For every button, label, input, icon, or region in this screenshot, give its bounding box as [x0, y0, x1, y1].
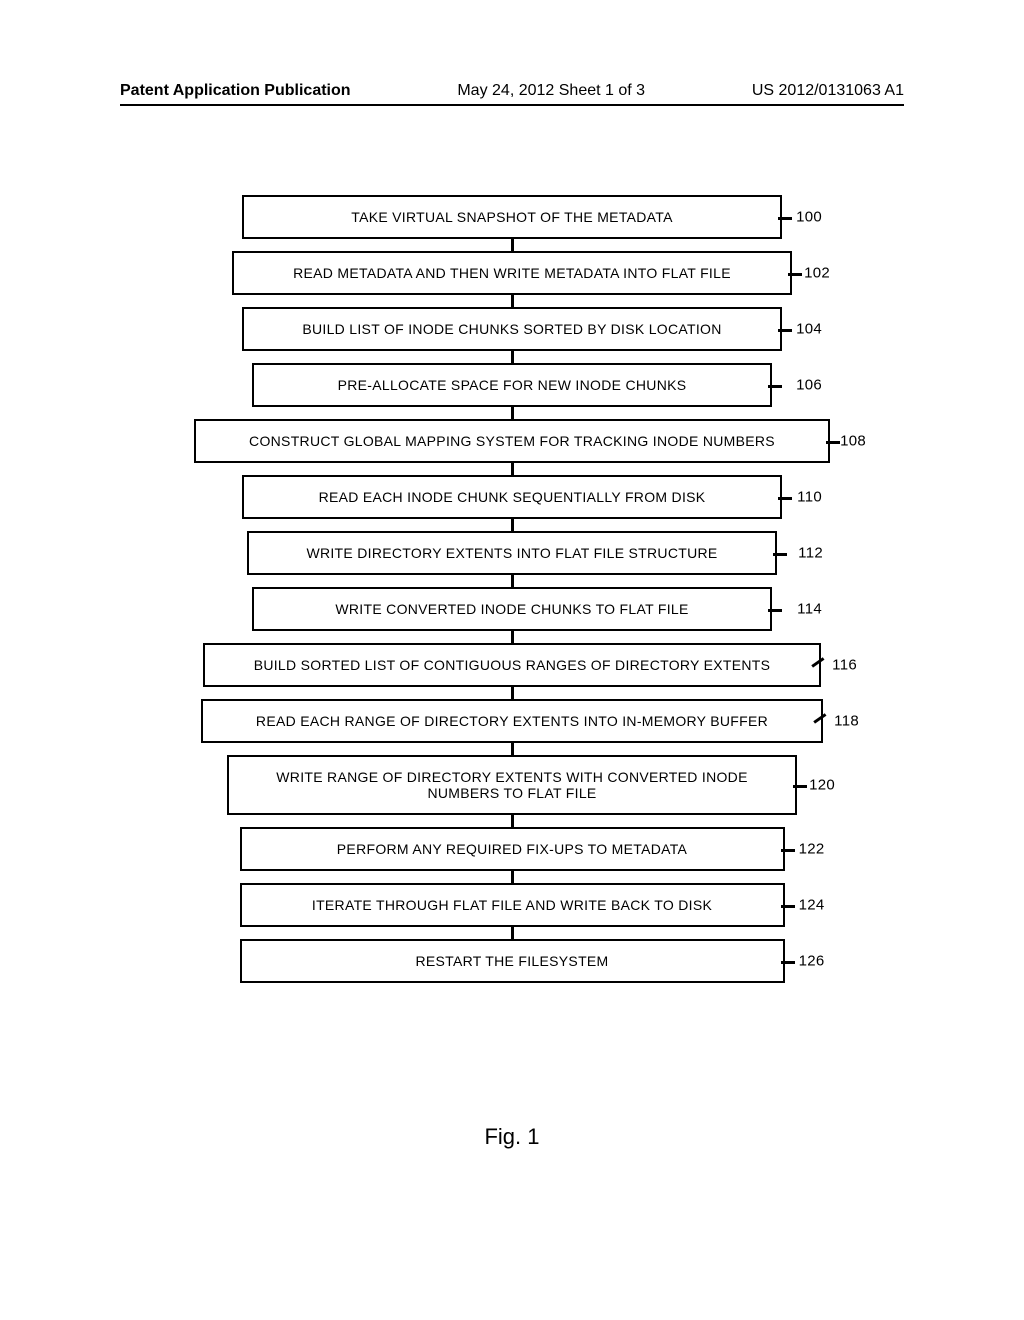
- step-box: READ METADATA AND THEN WRITE METADATA IN…: [232, 251, 792, 295]
- label-tick: [788, 273, 802, 276]
- step-box: WRITE DIRECTORY EXTENTS INTO FLAT FILE S…: [247, 531, 777, 575]
- flowchart-step: READ EACH RANGE OF DIRECTORY EXTENTS INT…: [162, 699, 862, 743]
- connector: [511, 295, 514, 307]
- connector: [511, 687, 514, 699]
- step-box: PERFORM ANY REQUIRED FIX-UPS TO METADATA…: [240, 827, 785, 871]
- flowchart-step: PRE-ALLOCATE SPACE FOR NEW INODE CHUNKS1…: [162, 363, 862, 407]
- connector: [511, 239, 514, 251]
- label-tick: [826, 441, 840, 444]
- step-box: WRITE CONVERTED INODE CHUNKS TO FLAT FIL…: [252, 587, 772, 631]
- connector: [511, 871, 514, 883]
- flowchart-step: BUILD SORTED LIST OF CONTIGUOUS RANGES O…: [162, 643, 862, 687]
- step-label: 112: [798, 545, 823, 562]
- flowchart-step: RESTART THE FILESYSTEM126: [162, 939, 862, 983]
- step-label: 100: [796, 209, 822, 226]
- connector: [511, 575, 514, 587]
- step-box: READ EACH INODE CHUNK SEQUENTIALLY FROM …: [242, 475, 782, 519]
- label-tick: [778, 497, 792, 500]
- header-center: May 24, 2012 Sheet 1 of 3: [457, 82, 645, 100]
- step-label: 108: [840, 433, 866, 450]
- connector: [511, 631, 514, 643]
- step-box: TAKE VIRTUAL SNAPSHOT OF THE METADATA100: [242, 195, 782, 239]
- label-tick: [793, 785, 807, 788]
- flowchart-step: WRITE DIRECTORY EXTENTS INTO FLAT FILE S…: [162, 531, 862, 575]
- label-tick: [781, 849, 795, 852]
- flowchart-step: TAKE VIRTUAL SNAPSHOT OF THE METADATA100: [162, 195, 862, 239]
- step-box: BUILD SORTED LIST OF CONTIGUOUS RANGES O…: [203, 643, 821, 687]
- step-box: ITERATE THROUGH FLAT FILE AND WRITE BACK…: [240, 883, 785, 927]
- connector: [511, 463, 514, 475]
- step-label: 116: [832, 657, 857, 674]
- step-box: PRE-ALLOCATE SPACE FOR NEW INODE CHUNKS1…: [252, 363, 772, 407]
- flowchart-step: READ METADATA AND THEN WRITE METADATA IN…: [162, 251, 862, 295]
- flowchart-step: WRITE CONVERTED INODE CHUNKS TO FLAT FIL…: [162, 587, 862, 631]
- flowchart-step: WRITE RANGE OF DIRECTORY EXTENTS WITH CO…: [162, 755, 862, 815]
- flowchart-step: ITERATE THROUGH FLAT FILE AND WRITE BACK…: [162, 883, 862, 927]
- flowchart-step: BUILD LIST OF INODE CHUNKS SORTED BY DIS…: [162, 307, 862, 351]
- flowchart-step: READ EACH INODE CHUNK SEQUENTIALLY FROM …: [162, 475, 862, 519]
- connector: [511, 351, 514, 363]
- step-box: BUILD LIST OF INODE CHUNKS SORTED BY DIS…: [242, 307, 782, 351]
- header-right: US 2012/0131063 A1: [752, 82, 904, 100]
- label-tick: [781, 961, 795, 964]
- step-label: 110: [797, 489, 822, 506]
- step-box: CONSTRUCT GLOBAL MAPPING SYSTEM FOR TRAC…: [194, 419, 830, 463]
- step-box: RESTART THE FILESYSTEM126: [240, 939, 785, 983]
- label-tick: [811, 657, 824, 667]
- step-label: 120: [809, 777, 835, 794]
- connector: [511, 743, 514, 755]
- step-label: 122: [799, 841, 825, 858]
- step-label: 106: [796, 377, 822, 394]
- header-divider: [120, 104, 904, 106]
- connector: [511, 519, 514, 531]
- label-tick: [813, 713, 826, 723]
- label-tick: [768, 385, 782, 388]
- step-label: 126: [799, 953, 825, 970]
- connector: [511, 927, 514, 939]
- flowchart: TAKE VIRTUAL SNAPSHOT OF THE METADATA100…: [162, 195, 862, 983]
- page-header: Patent Application Publication May 24, 2…: [0, 82, 1024, 100]
- flowchart-step: CONSTRUCT GLOBAL MAPPING SYSTEM FOR TRAC…: [162, 419, 862, 463]
- label-tick: [781, 905, 795, 908]
- step-label: 104: [796, 321, 822, 338]
- connector: [511, 407, 514, 419]
- step-label: 118: [834, 713, 859, 730]
- label-tick: [768, 609, 782, 612]
- flowchart-step: PERFORM ANY REQUIRED FIX-UPS TO METADATA…: [162, 827, 862, 871]
- step-box: READ EACH RANGE OF DIRECTORY EXTENTS INT…: [201, 699, 823, 743]
- label-tick: [773, 553, 787, 556]
- label-tick: [778, 329, 792, 332]
- header-left: Patent Application Publication: [120, 82, 351, 100]
- step-label: 114: [797, 601, 822, 618]
- label-tick: [778, 217, 792, 220]
- step-box: WRITE RANGE OF DIRECTORY EXTENTS WITH CO…: [227, 755, 797, 815]
- step-label: 102: [804, 265, 830, 282]
- figure-label: Fig. 1: [484, 1124, 539, 1150]
- connector: [511, 815, 514, 827]
- step-label: 124: [799, 897, 825, 914]
